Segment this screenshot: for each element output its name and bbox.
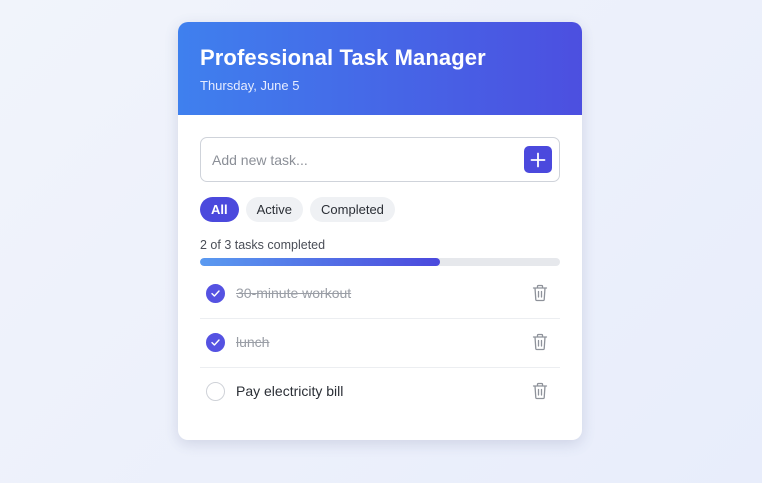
task-text: lunch bbox=[236, 334, 270, 350]
filter-tabs: All Active Completed bbox=[200, 197, 395, 222]
filter-completed[interactable]: Completed bbox=[310, 197, 395, 222]
task-checkbox[interactable] bbox=[206, 382, 225, 401]
header: Professional Task Manager Thursday, June… bbox=[178, 22, 582, 115]
trash-icon bbox=[532, 333, 548, 351]
task-text: 30-minute workout bbox=[236, 285, 352, 301]
add-task-row bbox=[200, 137, 560, 182]
task-list: 30-minute workout lunch Pay electricity … bbox=[200, 270, 560, 416]
filter-all[interactable]: All bbox=[200, 197, 239, 222]
trash-icon bbox=[532, 284, 548, 302]
delete-task-button[interactable] bbox=[531, 333, 549, 352]
task-item: lunch bbox=[200, 319, 560, 368]
check-icon bbox=[211, 290, 220, 297]
progress-label: 2 of 3 tasks completed bbox=[200, 238, 326, 252]
trash-icon bbox=[532, 382, 548, 400]
task-manager-card: Professional Task Manager Thursday, June… bbox=[178, 22, 582, 440]
page-title: Professional Task Manager bbox=[200, 45, 486, 70]
progress-fill bbox=[200, 258, 440, 266]
progress-bar bbox=[200, 258, 560, 266]
new-task-input[interactable] bbox=[212, 138, 512, 181]
plus-icon bbox=[530, 152, 546, 167]
current-date: Thursday, June 5 bbox=[200, 78, 300, 93]
delete-task-button[interactable] bbox=[531, 284, 549, 303]
task-item: Pay electricity bill bbox=[200, 368, 560, 416]
check-icon bbox=[211, 339, 220, 346]
task-checkbox[interactable] bbox=[206, 284, 225, 303]
filter-active[interactable]: Active bbox=[245, 197, 304, 222]
add-task-button[interactable] bbox=[524, 146, 552, 173]
task-checkbox[interactable] bbox=[206, 333, 225, 352]
task-text: Pay electricity bill bbox=[236, 383, 344, 399]
delete-task-button[interactable] bbox=[531, 382, 549, 401]
task-item: 30-minute workout bbox=[200, 270, 560, 319]
